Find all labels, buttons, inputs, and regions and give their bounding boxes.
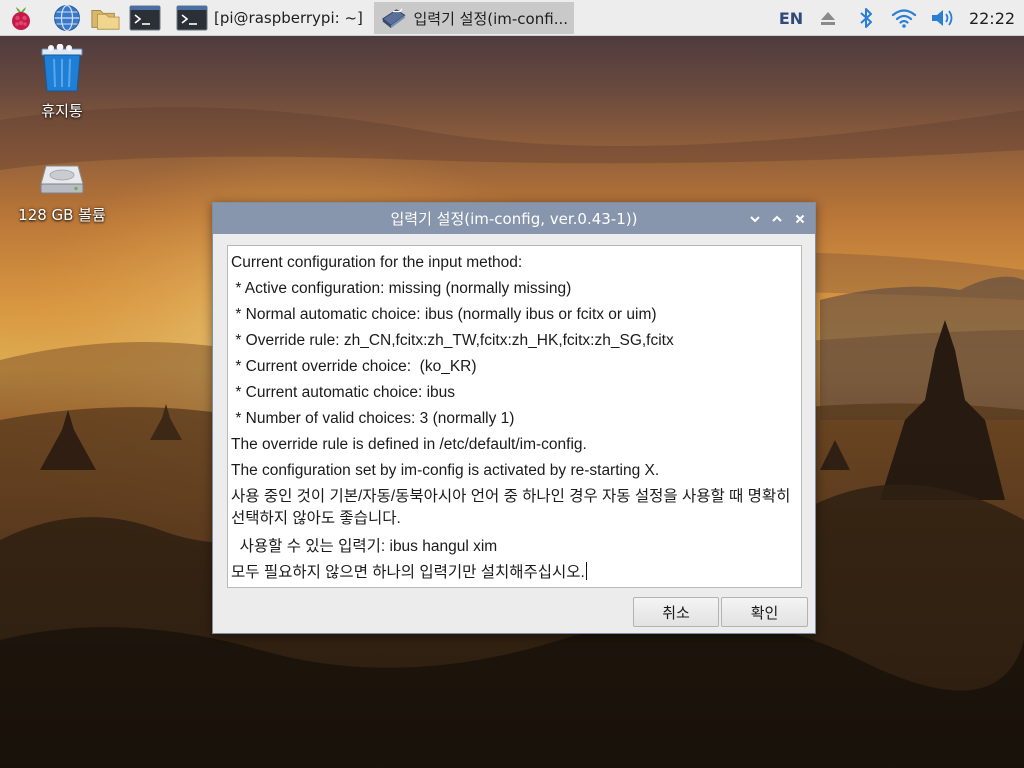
message-line: * Override rule: zh_CN,fcitx:zh_TW,fcitx… bbox=[231, 332, 674, 349]
message-line: * Current override choice: (ko_KR) bbox=[231, 358, 477, 375]
file-manager-launcher[interactable] bbox=[90, 3, 120, 33]
message-line: Current configuration for the input meth… bbox=[231, 254, 523, 271]
message-line: 사용 중인 것이 기본/자동/동북아시아 언어 중 하나인 경우 자동 설정을 … bbox=[231, 488, 795, 527]
language-label: EN bbox=[778, 8, 804, 28]
message-line-last: 모두 필요하지 않으면 하나의 입력기만 설치해주십시오. bbox=[231, 560, 798, 586]
language-indicator[interactable]: EN bbox=[776, 3, 806, 33]
task-im-config-label: 입력기 설정(im-confi... bbox=[413, 9, 569, 28]
close-icon bbox=[795, 214, 805, 224]
dialog-titlebar[interactable]: 입력기 설정(im-config, ver.0.43-1)) bbox=[213, 203, 815, 234]
message-line: 사용할 수 있는 입력기: ibus hangul xim bbox=[231, 538, 498, 555]
message-line: * Active configuration: missing (normall… bbox=[231, 280, 572, 297]
raspberry-menu-icon bbox=[12, 7, 30, 30]
wifi-icon bbox=[891, 9, 917, 28]
terminal-icon bbox=[129, 5, 161, 31]
message-line: * Current automatic choice: ibus bbox=[231, 384, 455, 401]
trash-icon bbox=[41, 44, 83, 92]
minimize-button[interactable] bbox=[745, 209, 765, 229]
message-line: The override rule is defined in /etc/def… bbox=[231, 436, 587, 453]
chevron-down-icon bbox=[750, 216, 760, 223]
taskbar: [pi@raspberrypi: ~] 입력기 설정(im-confi... E… bbox=[0, 0, 1024, 36]
dialog-title: 입력기 설정(im-config, ver.0.43-1)) bbox=[390, 210, 638, 228]
task-im-config[interactable]: 입력기 설정(im-confi... bbox=[374, 2, 574, 34]
terminal-launcher[interactable] bbox=[128, 3, 162, 33]
drive-icon bbox=[40, 165, 84, 194]
web-browser-launcher[interactable] bbox=[52, 3, 82, 33]
im-config-dialog: 입력기 설정(im-config, ver.0.43-1)) Current c… bbox=[212, 202, 816, 634]
desktop-icon-drive-label: 128 GB 볼륨 bbox=[18, 206, 106, 224]
bluetooth-button[interactable] bbox=[854, 3, 878, 33]
message-line: The configuration set by im-config is ac… bbox=[231, 462, 660, 479]
eject-button[interactable] bbox=[816, 3, 840, 33]
eject-icon bbox=[821, 12, 835, 25]
message-line: * Number of valid choices: 3 (normally 1… bbox=[231, 410, 515, 427]
task-terminal-label: [pi@raspberrypi: ~] bbox=[214, 9, 363, 27]
bluetooth-icon bbox=[860, 8, 872, 28]
text-caret bbox=[585, 562, 587, 580]
web-browser-icon bbox=[54, 4, 80, 32]
desktop-icon-trash[interactable]: 휴지통 bbox=[12, 44, 112, 121]
clock-label: 22:22 bbox=[968, 8, 1016, 28]
file-manager-icon bbox=[91, 10, 120, 30]
cancel-button[interactable]: 취소 bbox=[633, 597, 719, 627]
ok-button[interactable]: 확인 bbox=[721, 597, 808, 627]
task-terminal[interactable]: [pi@raspberrypi: ~] bbox=[170, 2, 370, 34]
terminal-icon bbox=[176, 5, 208, 31]
volume-icon bbox=[932, 10, 953, 26]
message-text-area[interactable]: Current configuration for the input meth… bbox=[227, 245, 802, 588]
message-line: 모두 필요하지 않으면 하나의 입력기만 설치해주십시오. bbox=[231, 564, 585, 581]
maximize-button[interactable] bbox=[767, 209, 787, 229]
close-button[interactable] bbox=[790, 209, 810, 229]
chevron-up-icon bbox=[772, 215, 782, 222]
raspberry-menu-button[interactable] bbox=[6, 3, 36, 33]
clock[interactable]: 22:22 bbox=[966, 3, 1018, 33]
message-line: * Normal automatic choice: ibus (normall… bbox=[231, 306, 657, 323]
desktop-icon-drive[interactable]: 128 GB 볼륨 bbox=[12, 160, 112, 225]
im-config-icon bbox=[381, 8, 406, 29]
desktop-icon-trash-label: 휴지통 bbox=[41, 102, 83, 120]
volume-button[interactable] bbox=[928, 3, 958, 33]
wifi-button[interactable] bbox=[889, 3, 919, 33]
